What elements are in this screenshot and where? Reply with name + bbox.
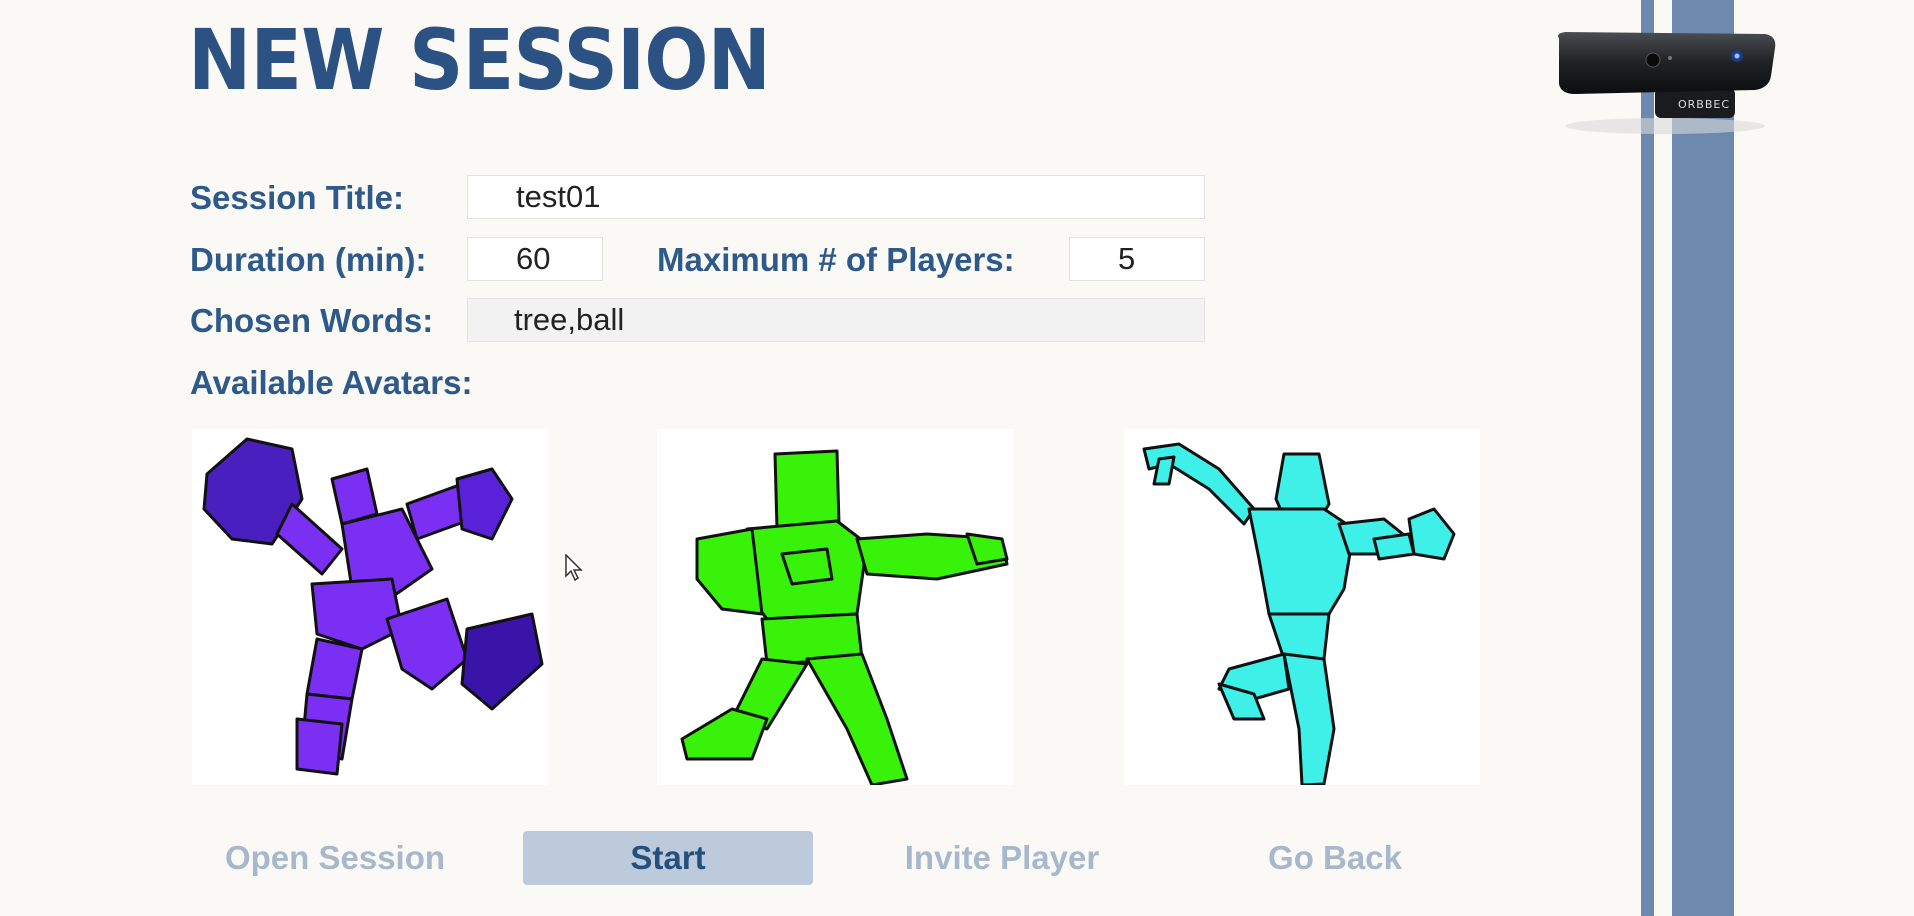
camera-brand-label: ORBBEC: [1678, 98, 1731, 111]
open-session-button[interactable]: Open Session: [190, 831, 480, 885]
session-title-value: test01: [516, 179, 601, 214]
cyan-slim-avatar[interactable]: [1124, 429, 1480, 787]
depth-camera-icon: ORBBEC: [1545, 28, 1785, 138]
max-players-label: Maximum # of Players:: [657, 241, 1015, 278]
chosen-words-label: Chosen Words:: [190, 302, 434, 339]
purple-robot-figure: [202, 437, 544, 776]
cyan-slim-figure: [1142, 442, 1456, 787]
purple-robot-avatar[interactable]: [192, 429, 548, 785]
available-avatars-label: Available Avatars:: [190, 364, 473, 401]
max-players-value: 5: [1118, 241, 1136, 276]
page-title: NEW SESSION: [188, 11, 771, 109]
start-button[interactable]: Start: [523, 831, 813, 885]
go-back-button[interactable]: Go Back: [1190, 831, 1480, 885]
chosen-words-value: tree,ball: [514, 302, 625, 337]
duration-input[interactable]: 60: [467, 237, 603, 281]
session-title-label: Session Title:: [190, 179, 404, 216]
max-players-input[interactable]: 5: [1069, 237, 1205, 281]
duration-label: Duration (min):: [190, 241, 427, 278]
chosen-words-field[interactable]: tree,ball: [467, 298, 1205, 342]
green-box-figure: [680, 449, 1009, 787]
duration-value: 60: [516, 241, 551, 276]
session-title-input[interactable]: test01: [467, 175, 1205, 219]
mouse-cursor-icon: [565, 553, 585, 587]
invite-player-button[interactable]: Invite Player: [857, 831, 1147, 885]
green-box-avatar[interactable]: [657, 429, 1013, 787]
